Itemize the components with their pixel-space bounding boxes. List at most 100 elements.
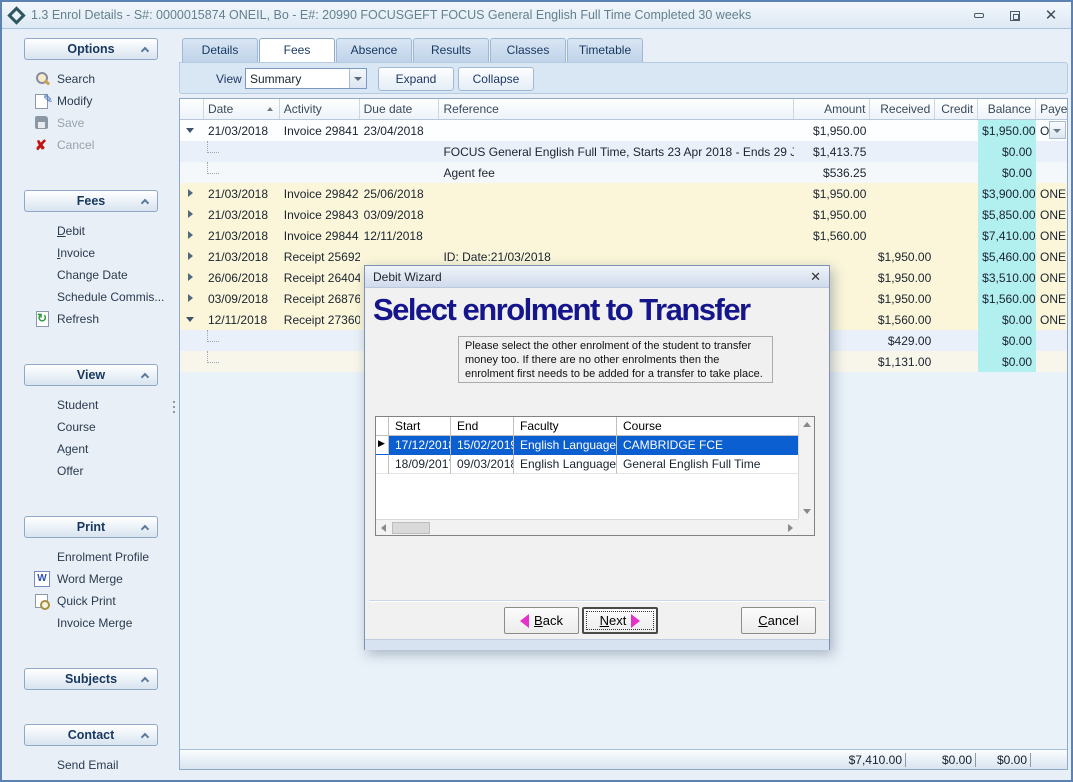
item-label: Send Email [57, 758, 118, 772]
row-expander[interactable] [180, 246, 204, 267]
cell-activity: Receipt 26404 [280, 267, 360, 288]
sidebar-item-cancel[interactable]: Cancel [10, 134, 172, 156]
close-icon[interactable]: ✕ [810, 269, 821, 285]
row-expander[interactable] [180, 162, 204, 183]
tab-details[interactable]: Details [182, 38, 258, 62]
payee-dropdown[interactable] [1049, 121, 1066, 139]
item-icon [34, 757, 51, 773]
table-row[interactable]: 21/03/2018 Invoice 29841 23/04/2018 $1,9… [180, 120, 1067, 141]
scroll-down-icon[interactable] [803, 509, 811, 514]
col-credit[interactable]: Credit [935, 99, 978, 119]
row-expander[interactable] [180, 267, 204, 288]
row-expander[interactable] [180, 309, 204, 330]
sidebar-item-refresh[interactable]: Refresh [10, 308, 172, 330]
cell-received: $1,560.00 [870, 309, 935, 330]
item-icon [34, 289, 51, 305]
row-expander[interactable] [180, 351, 204, 372]
back-button[interactable]: Back [504, 607, 579, 634]
section-label: Options [67, 42, 114, 56]
col-payee[interactable]: Payee [1036, 99, 1067, 119]
tab-timetable[interactable]: Timetable [567, 38, 643, 62]
sidebar-item-student[interactable]: Student [10, 394, 172, 416]
sidebar-item-change-date[interactable]: Change Date [10, 264, 172, 286]
dialog-title-bar[interactable]: Debit Wizard ✕ [365, 266, 829, 288]
section-header-options[interactable]: Options [24, 38, 158, 60]
col-activity[interactable]: Activity [280, 99, 360, 119]
row-expander[interactable] [180, 120, 204, 141]
enrolment-row[interactable]: 18/09/2017 09/03/2018 English Language G… [376, 455, 814, 474]
col-end: End [451, 417, 514, 435]
scroll-left-icon[interactable] [381, 524, 386, 532]
section-header-contact[interactable]: Contact [24, 724, 158, 746]
sidebar-item-word-merge[interactable]: Word Merge [10, 568, 172, 590]
col-reference[interactable]: Reference [439, 99, 793, 119]
scroll-up-icon[interactable] [803, 422, 811, 427]
view-select[interactable]: Summary [245, 68, 367, 89]
expand-button[interactable]: Expand [378, 67, 454, 91]
vertical-scrollbar[interactable] [798, 417, 814, 519]
cancel-button[interactable]: Cancel [741, 607, 816, 634]
table-row[interactable]: 21/03/2018 Invoice 29843 03/09/2018 $1,9… [180, 204, 1067, 225]
cell-credit [935, 120, 978, 141]
cell-faculty: English Language [514, 455, 617, 474]
sidebar-item-save[interactable]: Save [10, 112, 172, 134]
cell-activity [280, 162, 360, 183]
tab-results[interactable]: Results [413, 38, 489, 62]
payee-value: ONEIL, [1040, 229, 1067, 243]
payee-value: ONEIL, [1040, 271, 1067, 285]
sidebar-item-agent[interactable]: Agent [10, 438, 172, 460]
cell-payee: ONEIL, [1036, 204, 1067, 225]
sidebar-item-modify[interactable]: Modify [10, 90, 172, 112]
close-icon[interactable]: ✕ [1039, 7, 1063, 24]
sidebar-splitter-handle[interactable] [171, 398, 177, 418]
row-expander[interactable] [180, 204, 204, 225]
sidebar-item-send-email[interactable]: Send Email [10, 754, 172, 776]
next-button[interactable]: Next [582, 607, 658, 634]
col-balance[interactable]: Balance [978, 99, 1036, 119]
table-row[interactable]: 21/03/2018 Receipt 25692 ID: Date:21/03/… [180, 246, 1067, 267]
item-icon [34, 549, 51, 565]
tab-classes[interactable]: Classes [490, 38, 566, 62]
row-expander[interactable] [180, 330, 204, 351]
item-label: Modify [57, 94, 92, 108]
table-row[interactable]: FOCUS General English Full Time, Starts … [180, 141, 1067, 162]
sidebar-item-course[interactable]: Course [10, 416, 172, 438]
section-items: Search Modify Save Cancel [10, 60, 172, 156]
scroll-right-icon[interactable] [788, 524, 793, 532]
cell-amount: $1,413.75 [794, 141, 871, 162]
sidebar-item-offer[interactable]: Offer [10, 460, 172, 482]
table-row[interactable]: 21/03/2018 Invoice 29844 12/11/2018 $1,5… [180, 225, 1067, 246]
col-amount[interactable]: Amount [794, 99, 871, 119]
sidebar-item-quick-print[interactable]: Quick Print [10, 590, 172, 612]
maximize-icon[interactable] [1003, 7, 1027, 24]
col-due-date[interactable]: Due date [360, 99, 440, 119]
sidebar-item-search[interactable]: Search [10, 68, 172, 90]
sidebar-item-enrolment-profile[interactable]: Enrolment Profile [10, 546, 172, 568]
minimize-icon[interactable] [967, 7, 991, 24]
cell-date: 26/06/2018 [204, 267, 280, 288]
section-header-fees[interactable]: Fees [24, 190, 158, 212]
horizontal-scrollbar[interactable] [376, 519, 798, 535]
sidebar-item-invoice[interactable]: Invoice [10, 242, 172, 264]
cell-received [870, 225, 935, 246]
table-row[interactable]: 21/03/2018 Invoice 29842 25/06/2018 $1,9… [180, 183, 1067, 204]
table-row[interactable]: Agent fee $536.25 $0.00 [180, 162, 1067, 183]
scrollbar-thumb[interactable] [392, 522, 430, 534]
row-expander[interactable] [180, 183, 204, 204]
section-header-print[interactable]: Print [24, 516, 158, 538]
sidebar-item-invoice-merge[interactable]: Invoice Merge [10, 612, 172, 634]
col-date[interactable]: Date [204, 99, 280, 119]
section-header-view[interactable]: View [24, 364, 158, 386]
section-header-subjects[interactable]: Subjects [24, 668, 158, 690]
row-expander[interactable] [180, 288, 204, 309]
row-expander[interactable] [180, 225, 204, 246]
tab-absence[interactable]: Absence [336, 38, 412, 62]
sidebar-item-schedule-commis[interactable]: Schedule Commis... [10, 286, 172, 308]
enrolment-row[interactable]: ▶ 17/12/2018 15/02/2019 English Language… [376, 436, 814, 455]
tab-fees[interactable]: Fees [259, 38, 335, 62]
collapse-button[interactable]: Collapse [458, 67, 534, 91]
chevron-down-icon[interactable] [349, 69, 366, 88]
row-expander[interactable] [180, 141, 204, 162]
col-received[interactable]: Received [870, 99, 935, 119]
sidebar-item-debit[interactable]: Debit [10, 220, 172, 242]
